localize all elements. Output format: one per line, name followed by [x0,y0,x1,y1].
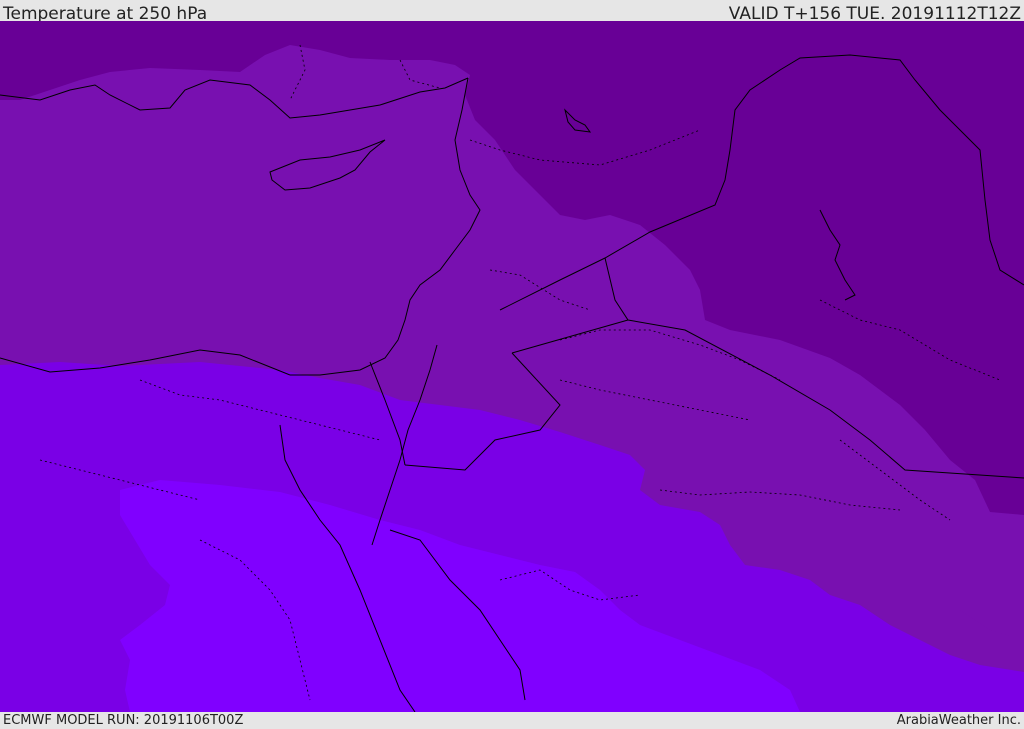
credit: ArabiaWeather Inc. [896,713,1021,728]
footer-bar: ECMWF MODEL RUN: 20191106T00Z ArabiaWeat… [0,712,1024,729]
header-bar: Temperature at 250 hPa VALID T+156 TUE. … [0,0,1024,24]
temperature-map[interactable] [0,21,1024,712]
model-run: ECMWF MODEL RUN: 20191106T00Z [3,713,244,728]
